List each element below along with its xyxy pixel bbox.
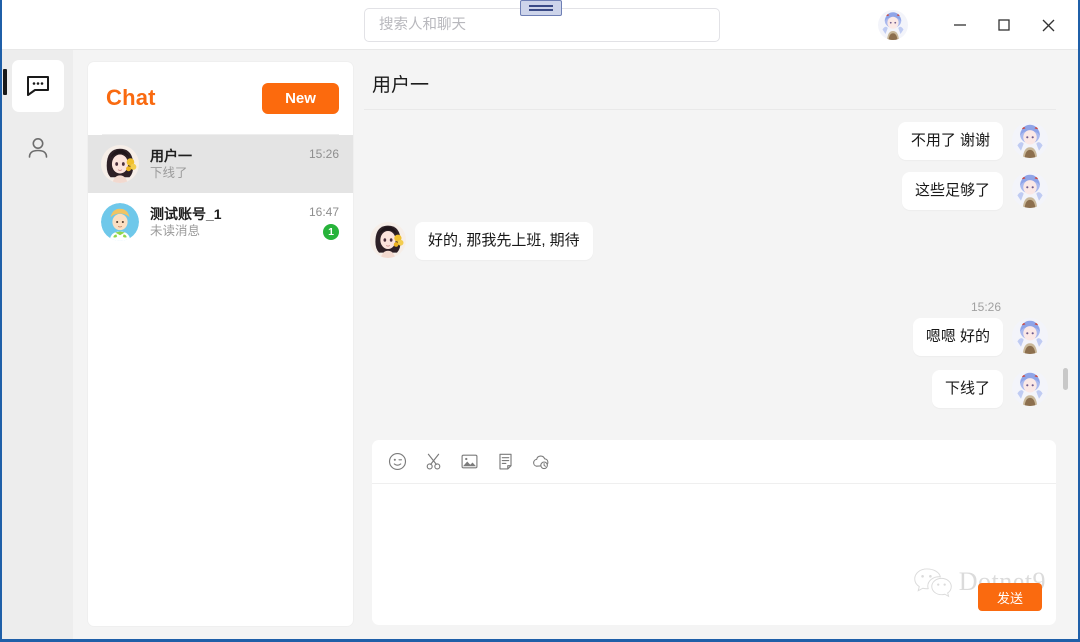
send-button[interactable]: 发送 (978, 583, 1042, 611)
message-bubble: 不用了 谢谢 (897, 122, 1003, 160)
ganyu-avatar-icon (878, 10, 908, 40)
minimize-icon (954, 24, 966, 26)
message-row: 下线了 (370, 370, 1048, 408)
unread-badge: 1 (323, 223, 339, 240)
message-content: 下线了 (931, 370, 1003, 408)
drag-handle-line (529, 5, 553, 7)
avatar (1012, 370, 1048, 406)
image-icon[interactable] (458, 451, 480, 473)
message-timestamp: 15:26 (970, 300, 1001, 314)
female-anime-avatar-icon (101, 145, 139, 183)
avatar (101, 145, 139, 183)
file-icon (498, 453, 512, 470)
avatar (1012, 172, 1048, 208)
close-button[interactable] (1026, 6, 1070, 44)
nav-rail (2, 50, 73, 639)
list-item-meta: 15:26 (309, 147, 339, 182)
page-title: Chat (106, 85, 156, 110)
scissors-icon[interactable] (422, 451, 444, 473)
message-row: 不用了 谢谢 (370, 122, 1048, 160)
ganyu-avatar-icon (1012, 122, 1048, 158)
list-item-time: 16:47 (308, 204, 339, 219)
message-row: 这些足够了 (370, 172, 1048, 210)
composer-toolbar (372, 440, 1056, 484)
message-content: 这些足够了 (901, 172, 1003, 210)
message-bubble: 嗯嗯 好的 (912, 318, 1003, 356)
female-anime-avatar-icon (370, 222, 406, 258)
sidebar-item-contacts[interactable] (12, 122, 64, 174)
emoji-icon (388, 452, 406, 471)
message-content: 不用了 谢谢 (897, 122, 1003, 160)
scissors-icon (426, 453, 440, 470)
message-row: 好的, 那我先上班, 期待 (370, 222, 1048, 260)
conversation-panel: 用户一 不用了 谢谢 这些足够了 好的, 那我先上班, 期待 15:26 嗯嗯 … (364, 52, 1070, 631)
message-bubble: 这些足够了 (901, 172, 1003, 210)
list-item[interactable]: 用户一 下线了 15:26 (88, 135, 353, 193)
close-icon (1042, 19, 1054, 31)
message-list: 不用了 谢谢 这些足够了 好的, 那我先上班, 期待 15:26 嗯嗯 好的 下… (364, 110, 1070, 430)
avatar[interactable] (878, 10, 908, 40)
chat-bubble-icon (26, 76, 49, 96)
message-input[interactable] (372, 484, 1056, 625)
message-bubble: 下线了 (931, 370, 1003, 408)
list-item[interactable]: 测试账号_1 未读消息 16:47 1 (88, 193, 353, 251)
message-row: 15:26 嗯嗯 好的 (370, 300, 1048, 356)
message-scrollbar[interactable] (1063, 368, 1068, 390)
window-drag-handle[interactable] (520, 0, 562, 16)
person-icon (28, 138, 47, 158)
list-item-body: 用户一 下线了 (150, 147, 298, 182)
list-item-time: 15:26 (308, 146, 339, 161)
image-icon (461, 454, 477, 469)
list-item-preview: 未读消息 (150, 223, 201, 238)
composer-panel: Dotnet9 发送 (372, 440, 1056, 625)
drag-handle-line (529, 9, 553, 11)
ganyu-avatar-icon (1012, 318, 1048, 354)
message-content: 好的, 那我先上班, 期待 (415, 222, 593, 260)
cartoon-boy-avatar-icon (101, 203, 139, 241)
message-content: 15:26 嗯嗯 好的 (912, 300, 1003, 356)
window-controls-group (878, 0, 1070, 50)
emoji-icon[interactable] (386, 451, 408, 473)
avatar (370, 222, 406, 258)
conversation-title: 用户一 (372, 75, 430, 96)
new-chat-button[interactable]: New (262, 82, 339, 114)
list-item-name: 测试账号_1 (150, 205, 222, 222)
sidebar-item-chat[interactable] (2, 60, 64, 112)
chat-list-panel: Chat New 用户一 下线了 15:26 测试账号_1 未读消息 16:47… (88, 62, 353, 626)
list-item-preview: 下线了 (150, 165, 188, 180)
cloud-history-icon (533, 455, 549, 469)
message-bubble: 好的, 那我先上班, 期待 (415, 222, 593, 260)
chat-list-header: Chat New (88, 62, 353, 134)
list-item-body: 测试账号_1 未读消息 (150, 205, 298, 240)
ganyu-avatar-icon (1012, 172, 1048, 208)
maximize-icon (998, 19, 1010, 31)
avatar (1012, 122, 1048, 158)
avatar (101, 203, 139, 241)
avatar (1012, 318, 1048, 354)
minimize-button[interactable] (938, 6, 982, 44)
file-icon[interactable] (494, 451, 516, 473)
list-item-name: 用户一 (150, 147, 192, 164)
chat-app-window: Chat New (0, 0, 1080, 642)
cloud-history-icon[interactable] (530, 451, 552, 473)
maximize-button[interactable] (982, 6, 1026, 44)
list-item-meta: 16:47 1 (309, 205, 339, 240)
ganyu-avatar-icon (1012, 370, 1048, 406)
